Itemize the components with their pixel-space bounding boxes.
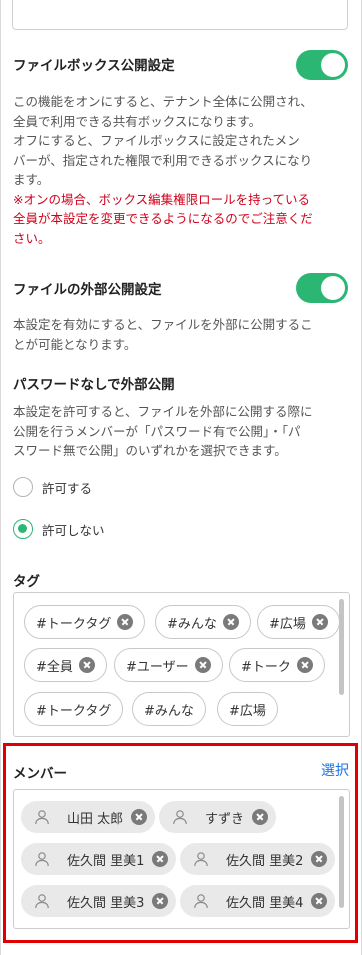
member-chip[interactable]: 佐久間 里美2 [180, 843, 336, 875]
members-scrollbar[interactable] [339, 796, 344, 908]
radio-deny[interactable]: 許可しない [13, 519, 105, 539]
remove-icon[interactable] [117, 614, 134, 630]
user-icon [194, 894, 208, 909]
nopassword-description: 本設定を許可すると、ファイルを外部に公開する際に 公開を行うメンバーが「パスワー… [13, 404, 313, 458]
remove-icon[interactable] [311, 614, 328, 630]
radio-allow[interactable]: 許可する [13, 477, 92, 497]
filebox-heading: ファイルボックス公開設定 [13, 58, 175, 74]
remove-icon[interactable] [131, 809, 148, 825]
tags-box[interactable]: #トークタグ #みんな #広場 #全員 #ユーザー #トーク #トークタグ #み… [13, 592, 350, 737]
radio-icon[interactable] [13, 477, 33, 497]
remove-icon[interactable] [78, 657, 95, 673]
toggle-knob [321, 276, 345, 300]
remove-icon[interactable] [252, 809, 269, 825]
tag-chip[interactable]: #トークタグ [24, 692, 124, 726]
external-toggle[interactable] [296, 273, 348, 303]
member-chip[interactable]: 佐久間 里美1 [21, 843, 177, 875]
members-label: メンバー [13, 766, 67, 782]
toggle-knob [321, 53, 345, 77]
tag-chip[interactable]: #みんな [132, 692, 206, 726]
text-input[interactable] [12, 0, 348, 30]
tag-chip[interactable]: #トークタグ [24, 605, 146, 639]
select-link[interactable]: 選択 [321, 760, 349, 780]
member-chip[interactable]: 山田 太郎 [21, 801, 156, 833]
remove-icon[interactable] [152, 851, 169, 867]
user-icon [35, 810, 49, 825]
radio-checked-icon[interactable] [13, 519, 33, 539]
user-icon [194, 852, 208, 867]
nopassword-heading: パスワードなしで外部公開 [13, 377, 175, 393]
user-icon [35, 894, 49, 909]
user-icon [35, 852, 49, 867]
member-chip[interactable]: 佐久間 里美3 [21, 885, 177, 917]
tags-label: タグ [13, 574, 40, 590]
user-icon [173, 810, 187, 825]
filebox-toggle[interactable] [296, 50, 348, 80]
tag-chip[interactable]: #ユーザー [114, 648, 223, 682]
remove-icon[interactable] [194, 657, 211, 673]
remove-icon[interactable] [222, 614, 239, 630]
member-chip[interactable]: すずき [159, 801, 277, 833]
remove-icon[interactable] [296, 657, 313, 673]
member-chip[interactable]: 佐久間 里美4 [180, 885, 336, 917]
tag-chip[interactable]: #広場 [217, 692, 278, 726]
remove-icon[interactable] [311, 851, 328, 867]
tag-chip[interactable]: #トーク [229, 648, 325, 682]
remove-icon[interactable] [152, 893, 169, 909]
filebox-description: この機能をオンにすると、テナント全体に公開され、 全員で利用できる共有ボックスに… [13, 92, 351, 248]
remove-icon[interactable] [311, 893, 328, 909]
external-heading: ファイルの外部公開設定 [13, 282, 162, 298]
tag-chip[interactable]: #広場 [257, 605, 340, 639]
external-description: 本設定を有効にすると、ファイルを外部に公開するこ とが可能となります。 [13, 317, 313, 352]
tags-scrollbar[interactable] [339, 599, 344, 695]
tag-chip[interactable]: #全員 [24, 648, 107, 682]
members-box[interactable]: 山田 太郎 すずき 佐久間 里美1 佐久間 里美2 佐久間 里美3 佐久間 里美… [13, 789, 350, 929]
tag-chip[interactable]: #みんな [155, 605, 251, 639]
filebox-warning: ※オンの場合、ボックス編集権限ロールを持っている [13, 191, 310, 207]
